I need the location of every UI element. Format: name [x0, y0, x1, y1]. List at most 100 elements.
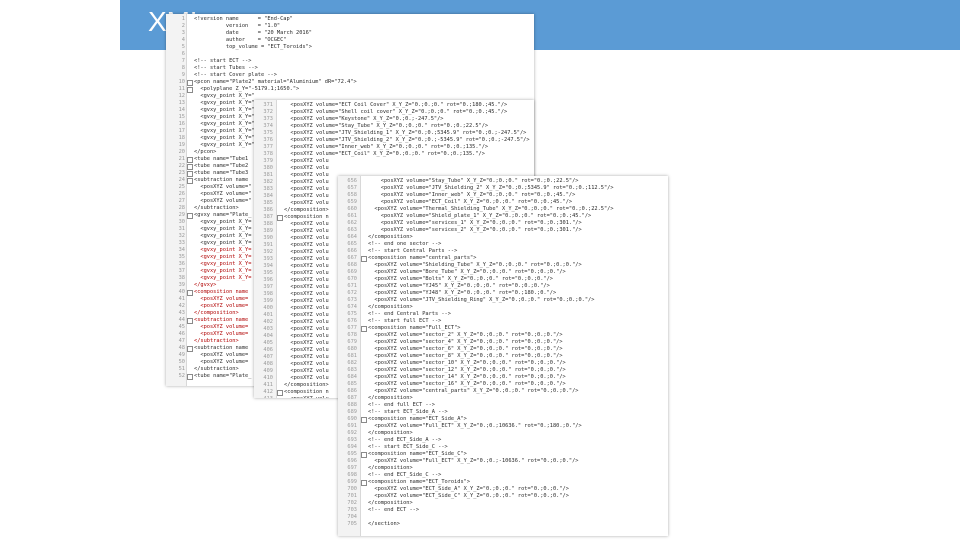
- line-number: 40: [178, 289, 185, 295]
- line-number: 401: [263, 312, 273, 318]
- code-line: 1 <!version name = "End-Cap": [166, 16, 534, 23]
- code-line: 662 <posXYZ volume="services_1" X_Y_Z="0…: [338, 220, 668, 227]
- line-number: 386: [263, 207, 273, 213]
- code-text: <posXYZ volu: [284, 158, 329, 164]
- code-line: 684 <posXYZ volume="sector_14" X_Y_Z="0.…: [338, 374, 668, 381]
- code-line: 372 <posXYZ volume="Shell coil cover" X_…: [254, 109, 534, 116]
- code-text: </composition>: [368, 234, 413, 240]
- line-number: 16: [178, 121, 185, 127]
- line-number: 32: [178, 233, 185, 239]
- line-number: 47: [178, 338, 185, 344]
- line-number: 25: [178, 184, 185, 190]
- code-text: <posXYZ volume="ECT_Coil" X_Y_Z="0.;0.;0…: [368, 199, 573, 205]
- line-number: 384: [263, 193, 273, 199]
- line-number: 693: [347, 437, 357, 443]
- line-number: 4: [181, 37, 185, 43]
- line-number: 12: [178, 93, 185, 99]
- code-text: <posXYZ volu: [284, 249, 329, 255]
- code-text: <posXYZ volume="ECT_Side_A" X_Y_Z="0.;0.…: [368, 486, 569, 492]
- line-number: 666: [347, 248, 357, 254]
- code-line: 673 <posXYZ volume="JTV_Shielding_Ring" …: [338, 297, 668, 304]
- line-number: 10: [178, 79, 185, 85]
- line-number: 664: [347, 234, 357, 240]
- code-text: <!-- start ECT_Side_A -->: [368, 409, 448, 415]
- code-line: 11 <polyplane Z_Y="-5179.1;1650.">: [166, 86, 534, 93]
- code-line: 701 <posXYZ volume="ECT_Side_C" X_Y_Z="0…: [338, 493, 668, 500]
- code-text: <gvxy_point X_Y=: [194, 275, 252, 281]
- line-number: 39: [178, 282, 185, 288]
- line-number: 376: [263, 137, 273, 143]
- code-text: <posXYZ volume="ECT Coil Cover" X_Y_Z="0…: [284, 102, 508, 108]
- code-text: <gvxy_point X_Y=": [194, 107, 255, 113]
- line-number: 661: [347, 213, 357, 219]
- line-number: 678: [347, 332, 357, 338]
- code-text: <posXYZ volume="Keystone" X_Y_Z="0.;0.;-…: [284, 116, 444, 122]
- line-number: 11: [178, 86, 185, 92]
- line-number: 662: [347, 220, 357, 226]
- code-line: 680 <posXYZ volume="sector_6" X_Y_Z="0.;…: [338, 346, 668, 353]
- code-line: 698 <!-- end ECT_Side_C -->: [338, 472, 668, 479]
- code-text: <posXYZ volu: [284, 291, 329, 297]
- line-number: 49: [178, 352, 185, 358]
- code-text: <gvxy_point X_Y=": [194, 128, 255, 134]
- line-number: 406: [263, 347, 273, 353]
- line-number: 9: [181, 72, 185, 78]
- line-number: 371: [263, 102, 273, 108]
- code-text: <composition n: [284, 214, 329, 220]
- line-number: 691: [347, 423, 357, 429]
- code-line: 695 <composition name="ECT_Side_C">: [338, 451, 668, 458]
- line-number: 375: [263, 130, 273, 136]
- line-number: 683: [347, 367, 357, 373]
- line-number: 21: [178, 156, 185, 162]
- code-text: <posXYZ volume="sector_12" X_Y_Z="0.;0.;…: [368, 367, 566, 373]
- line-number: 7: [181, 58, 185, 64]
- line-number: 18: [178, 135, 185, 141]
- code-line: 682 <posXYZ volume="sector_10" X_Y_Z="0.…: [338, 360, 668, 367]
- line-number: 681: [347, 353, 357, 359]
- code-text: <gvxy_point X_Y=: [194, 233, 252, 239]
- code-text: <posXYZ volume="JTV_Shielding_1" X_Y_Z="…: [284, 130, 527, 136]
- code-text: <posXYZ volume="Inner_web" X_Y_Z="0.;0.;…: [284, 144, 489, 150]
- line-number: 675: [347, 311, 357, 317]
- line-number: 27: [178, 198, 185, 204]
- code-line: 690 <composition name="ECT_Side_A">: [338, 416, 668, 423]
- line-number: 5: [181, 44, 185, 50]
- code-text: <posXYZ volume="JTV_Shielding_2" X_Y_Z="…: [368, 185, 614, 191]
- code-line: 661 <posXYZ volume="Shield_plate_1" X_Y_…: [338, 213, 668, 220]
- code-text: <posXYZ volume=": [194, 198, 252, 204]
- code-text: <!version name = "End-Cap": [194, 16, 293, 22]
- fold-toggle-icon[interactable]: [187, 374, 193, 380]
- line-number: 403: [263, 326, 273, 332]
- code-line: 672 <posXYZ volume="YJ48" X_Y_Z="0.;0.;0…: [338, 290, 668, 297]
- line-number: 17: [178, 128, 185, 134]
- code-text: <polyplane Z_Y="-5179.1;1650.">: [194, 86, 300, 92]
- line-number: 388: [263, 221, 273, 227]
- code-line: 674 </composition>: [338, 304, 668, 311]
- code-text: <posXYZ volu: [284, 179, 329, 185]
- line-number: 42: [178, 303, 185, 309]
- code-text: <!-- start Tubes -->: [194, 65, 258, 71]
- line-number: 698: [347, 472, 357, 478]
- code-line: 3 date = "20 March 2016": [166, 30, 534, 37]
- code-text: <posXYZ volu: [284, 312, 329, 318]
- code-text: <posXYZ volume="sector_4" X_Y_Z="0.;0.;0…: [368, 339, 563, 345]
- code-text: </composition>: [368, 395, 413, 401]
- code-text: <tube name="Tube2: [194, 163, 249, 169]
- line-number: 405: [263, 340, 273, 346]
- line-number: 34: [178, 247, 185, 253]
- line-number: 669: [347, 269, 357, 275]
- code-text: date = "20 March 2016": [194, 30, 312, 36]
- line-number: 657: [347, 185, 357, 191]
- code-text: </composition>: [368, 500, 413, 506]
- line-number: 399: [263, 298, 273, 304]
- line-number: 43: [178, 310, 185, 316]
- code-text: <posXYZ volume="ECT_Side_C" X_Y_Z="0.;0.…: [368, 493, 569, 499]
- line-number: 694: [347, 444, 357, 450]
- code-text: <posXYZ volume="JTV_Shielding_2" X_Y_Z="…: [284, 137, 530, 143]
- line-number: 2: [181, 23, 185, 29]
- code-line: 660 <posXYZ volume="Thermal_Shielding_Tu…: [338, 206, 668, 213]
- code-text: <posXYZ volume="services_1" X_Y_Z="0.;0.…: [368, 220, 582, 226]
- code-text: <posXYZ volu: [284, 221, 329, 227]
- line-number: 13: [178, 100, 185, 106]
- code-text: author = "OCGEC": [194, 37, 287, 43]
